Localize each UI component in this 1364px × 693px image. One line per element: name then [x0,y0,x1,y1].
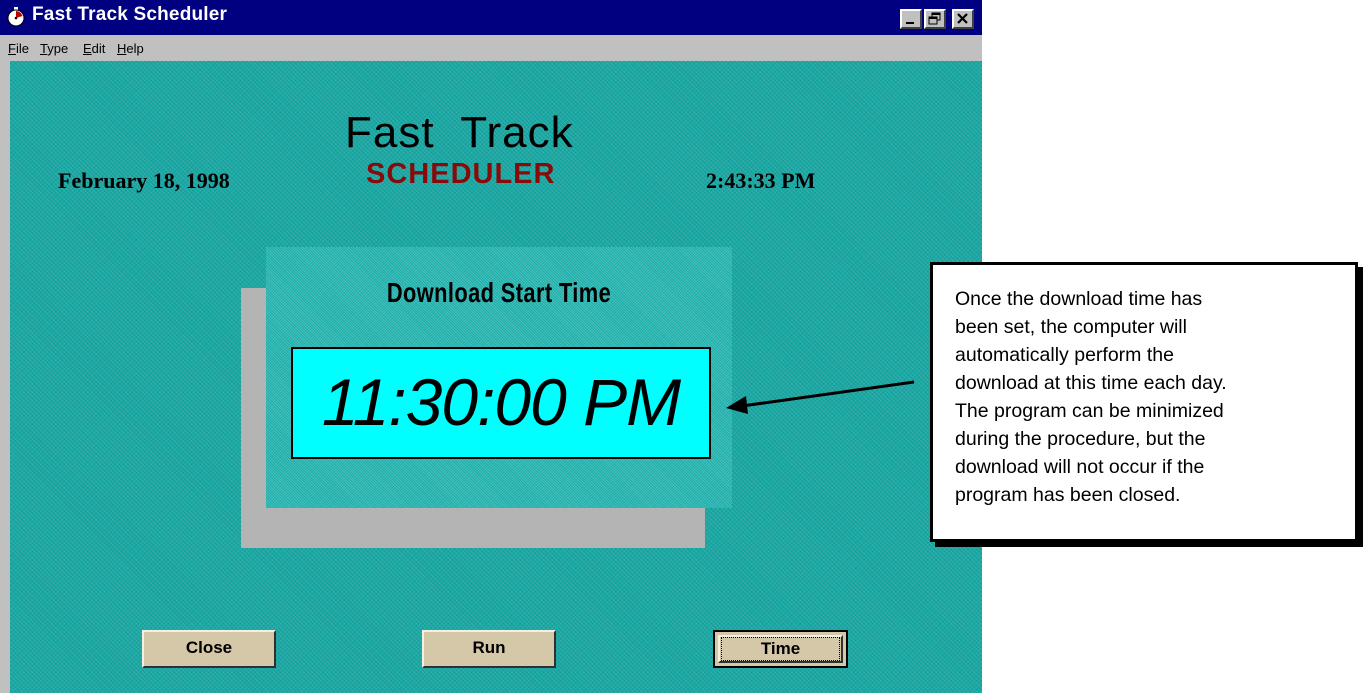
current-date: February 18, 1998 [58,168,230,193]
close-button[interactable]: Close [142,630,276,668]
menu-file[interactable]: File [8,41,29,56]
download-time-value: 11:30:00 PM [321,365,681,439]
time-button[interactable]: Time [713,630,848,668]
close-icon [957,13,968,24]
menu-bar: File Type Edit Help [0,35,982,61]
maximize-button[interactable] [924,9,946,29]
minimize-button[interactable] [900,9,922,29]
close-window-button[interactable] [952,9,974,29]
run-button[interactable]: Run [422,630,556,668]
minimize-icon [906,22,914,24]
app-title: Fast Track [345,108,574,157]
app-subtitle: SCHEDULER [366,158,556,190]
annotation-line: Once the download time has [955,288,1203,310]
annotation-line: automatically perform the [955,344,1174,366]
annotation-text: Once the download time has been set, the… [955,285,1325,509]
stopwatch-icon [7,7,25,27]
window-title: Fast Track Scheduler [32,4,228,25]
annotation-line: download at this time each day. [955,372,1227,394]
annotation-line: program has been closed. [955,484,1181,506]
annotation-line: The program can be minimized [955,400,1224,422]
annotation-line: during the procedure, but the [955,428,1206,450]
download-heading: Download Start Time [386,277,612,308]
title-bar[interactable]: Fast Track Scheduler [0,0,982,35]
current-time: 2:43:33 PM [706,168,816,193]
menu-edit[interactable]: Edit [83,41,105,56]
annotation-line: been set, the computer will [955,316,1187,338]
annotation-callout: Once the download time has been set, the… [930,262,1358,542]
maximize-icon [928,12,941,25]
annotation-line: download will not occur if the [955,456,1205,478]
app-window: Fast Track Scheduler File Type Edit Help [0,0,982,693]
download-time-display[interactable]: 11:30:00 PM [291,347,711,459]
download-panel: Download Start Time 11:30:00 PM [266,247,732,508]
time-button-label: Time [760,639,801,658]
menu-type[interactable]: Type [40,41,68,56]
menu-help[interactable]: Help [117,41,144,56]
